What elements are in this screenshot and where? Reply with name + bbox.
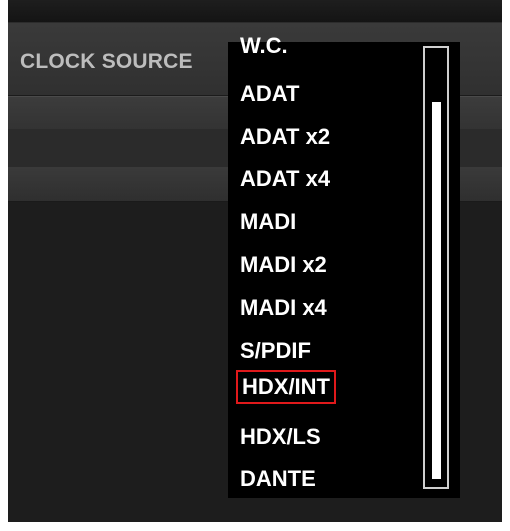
option-wc[interactable]: W.C. — [240, 30, 288, 62]
option-madi-x2[interactable]: MADI x2 — [240, 249, 327, 281]
audio-settings-panel: CLOCK SOURCE W.C. ADAT ADAT x2 ADAT x4 M… — [8, 0, 502, 522]
option-madi[interactable]: MADI — [240, 206, 296, 238]
option-adat[interactable]: ADAT — [240, 78, 299, 110]
option-spdif[interactable]: S/PDIF — [240, 335, 311, 367]
top-bar — [8, 0, 502, 23]
option-adat-x4[interactable]: ADAT x4 — [240, 163, 330, 195]
option-hdx-ls[interactable]: HDX/LS — [240, 421, 321, 453]
option-madi-x4[interactable]: MADI x4 — [240, 292, 327, 324]
option-hdx-int-selected[interactable]: HDX/INT — [236, 370, 336, 404]
option-adat-x2[interactable]: ADAT x2 — [240, 121, 330, 153]
clock-source-dropdown-list[interactable]: W.C. ADAT ADAT x2 ADAT x4 MADI MADI x2 M… — [228, 33, 460, 498]
clock-source-label: CLOCK SOURCE — [20, 50, 193, 73]
scrollbar-thumb[interactable] — [432, 102, 441, 479]
option-dante[interactable]: DANTE — [240, 463, 316, 495]
dropdown-scrollbar[interactable] — [423, 46, 449, 489]
